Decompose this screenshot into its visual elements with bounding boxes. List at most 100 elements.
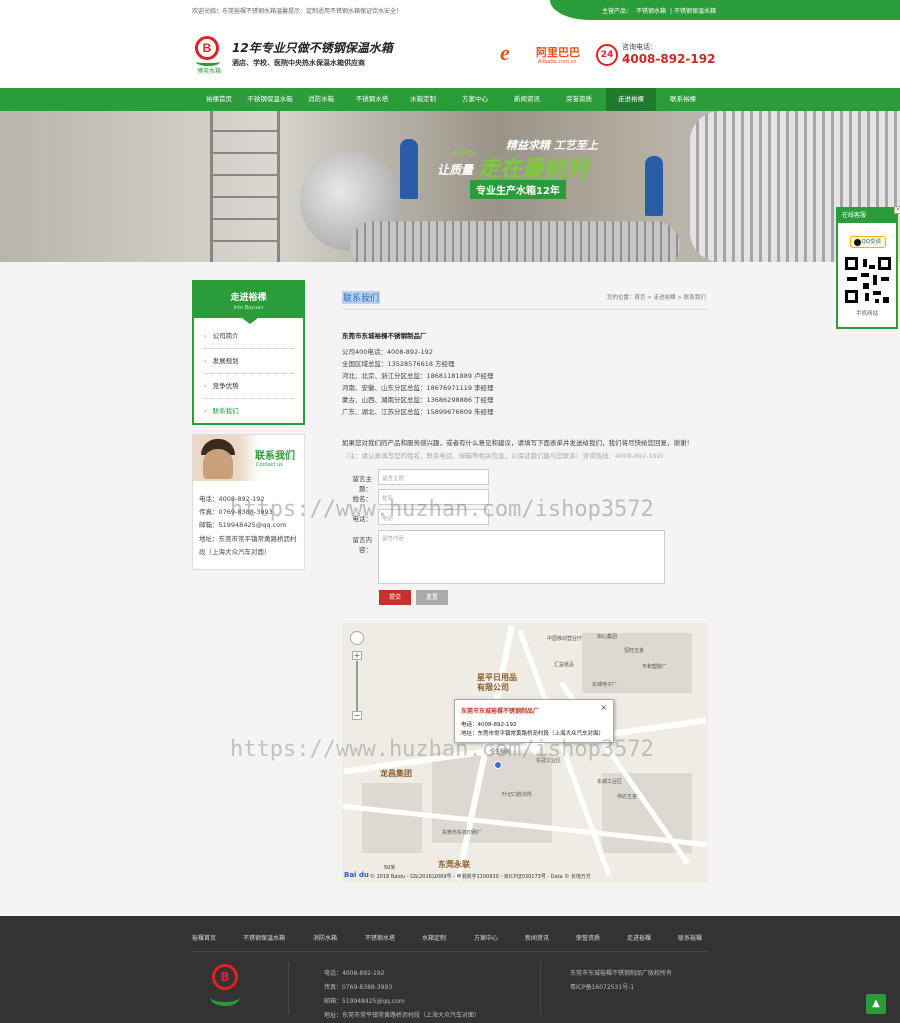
qr-code xyxy=(843,255,893,305)
zoom-in-button[interactable]: + xyxy=(352,651,362,660)
main-products: 主营产品： 不锈钢水箱 | 不锈钢保温水箱 xyxy=(602,6,716,15)
footer-nav-solutions[interactable]: 方案中心 xyxy=(474,933,498,942)
sidebar-title: 走进裕棵 xyxy=(230,293,267,303)
zoom-out-button[interactable]: − xyxy=(352,711,362,720)
map-label: 平和塑胶厂 xyxy=(642,664,668,670)
alibaba-name: 阿里巴巴 xyxy=(536,46,580,59)
zoom-slider[interactable] xyxy=(356,661,358,711)
site-logo[interactable]: B 博英水箱 xyxy=(192,34,224,76)
nav-fire-tank[interactable]: 消防水箱 xyxy=(298,88,344,111)
footer-nav-custom[interactable]: 水箱定制 xyxy=(422,933,446,942)
map-label: 中国移动营业厅 xyxy=(547,636,583,642)
banner-line2b: 走在最前列 xyxy=(478,157,589,182)
service-close-icon[interactable]: × xyxy=(894,206,900,214)
sidebar-item-advantage[interactable]: 竞争优势 xyxy=(204,374,294,399)
form-intro: 如果您对我们的产品和服务感兴趣，或者有什么意见和建议，请填写下面表单并发送给我们… xyxy=(342,439,693,447)
nav-water-tower[interactable]: 不锈钢水塔 xyxy=(348,88,396,111)
title-divider xyxy=(342,309,708,310)
popup-title: 东莞市东城裕棵不锈钢制品厂 xyxy=(461,708,540,715)
map-label: 东城工业区 xyxy=(597,779,623,785)
footer-rights: 东莞市东城裕棵不锈钢制品厂版权所有 xyxy=(570,970,673,977)
popup-phone: 电话：4008-892-192 xyxy=(461,722,517,728)
nav-home[interactable]: 裕棵首页 xyxy=(196,88,242,111)
footer-nav-home[interactable]: 裕棵首页 xyxy=(192,933,216,942)
footer-fax: 传真：0769-8388-3993 xyxy=(324,984,393,991)
back-to-top-icon[interactable]: ▲ xyxy=(866,994,886,1014)
footer-logo-mark: B xyxy=(212,964,238,990)
footer-nav-tower[interactable]: 不锈钢水塔 xyxy=(365,933,395,942)
banner-quality: quality xyxy=(452,149,476,157)
baidu-logo[interactable]: Bai du xyxy=(344,871,369,879)
alibaba-icon: e xyxy=(500,40,510,65)
logo-leaf-icon xyxy=(196,58,220,66)
slogan-main: 12年专业只做不锈钢保温水箱 xyxy=(232,39,393,56)
footer-nav-about[interactable]: 走进裕棵 xyxy=(627,933,651,942)
main-nav: 裕棵首页 不锈钢保温水箱 消防水箱 不锈钢水塔 水箱定制 方案中心 新闻资讯 荣… xyxy=(0,88,900,111)
sidebar-header: 走进裕棵 Into Boyuan xyxy=(192,280,305,318)
logo-mark: B xyxy=(195,36,219,60)
map-label: 东莞市东城印刷厂 xyxy=(442,830,483,836)
banner-worker-1 xyxy=(400,139,418,199)
footer-nav-news[interactable]: 新闻资讯 xyxy=(525,933,549,942)
nav-honors[interactable]: 荣誉资质 xyxy=(556,88,602,111)
subject-input[interactable]: 留言主题 xyxy=(378,469,489,485)
footer-divider xyxy=(192,951,708,952)
watermark-text: https://www.huzhan.com/ishop3572 xyxy=(230,497,654,522)
page-title: 联系我们 xyxy=(342,291,381,304)
submit-button[interactable]: 提交 xyxy=(379,590,411,605)
banner-scaffold xyxy=(210,111,280,262)
sidebar-item-plan[interactable]: 发展规划 xyxy=(204,349,294,374)
mobile-site-label[interactable]: 手机网站 xyxy=(838,309,896,317)
footer-logo: B xyxy=(206,962,246,1012)
hero-banner: 精益求精 工艺至上 quality 让质量 走在最前列 专业生产水箱12年 xyxy=(0,111,900,262)
banner-line3: 专业生产水箱12年 xyxy=(470,180,566,199)
reset-button[interactable]: 重置 xyxy=(416,590,448,605)
map-label: 恒旺五金 xyxy=(624,648,645,654)
product-link-2[interactable]: | 不锈钢保温水箱 xyxy=(670,8,716,15)
footer: 裕棵首页 不锈钢保温水箱 消防水箱 不锈钢水塔 水箱定制 方案中心 新闻资讯 荣… xyxy=(0,916,900,1023)
info-line: 全国区域总监：13528576618 方经理 xyxy=(342,360,455,368)
contact-address: 地址：东莞市常平镇常黄路桥沥村 xyxy=(199,535,297,543)
map-pan-control[interactable] xyxy=(350,631,364,645)
hotline-24h-icon: 24 xyxy=(596,44,618,66)
content-label: 留言内容： xyxy=(352,536,373,554)
contact-subtitle: Contact us xyxy=(256,462,283,468)
alibaba-logo[interactable]: e 阿里巴巴 Alibaba.com.cn xyxy=(500,40,590,70)
breadcrumb[interactable]: 您的位置：首页 > 走进裕棵 > 联系我们 xyxy=(607,293,706,301)
banner-worker-2 xyxy=(645,156,663,216)
map-copyright: © 2018 Baidu - GS(2016)2089号 - 甲测资字11009… xyxy=(370,874,591,880)
sidebar-item-contact[interactable]: 联系我们 xyxy=(204,399,294,424)
footer-email: 邮箱：519948425@qq.com xyxy=(324,998,405,1005)
footer-icp[interactable]: 粤ICP备16072531号-1 xyxy=(570,982,634,991)
info-line: 广东、湖北、江苏分区总监：15899676809 朱经理 xyxy=(342,408,494,416)
qq-chat-button[interactable]: QQ交谈 xyxy=(850,236,886,248)
map-marker-icon[interactable] xyxy=(494,761,502,769)
products-label: 主营产品： xyxy=(602,8,633,15)
map-landmark: 龙昌集团 xyxy=(380,769,412,778)
map-label: 叶记口腔诊所 xyxy=(502,792,533,798)
nav-insulated-tank[interactable]: 不锈钢保温水箱 xyxy=(244,88,296,111)
nav-news[interactable]: 新闻资讯 xyxy=(504,88,550,111)
nav-custom[interactable]: 水箱定制 xyxy=(400,88,446,111)
nav-solutions[interactable]: 方案中心 xyxy=(452,88,498,111)
product-link-1[interactable]: 不锈钢水箱 xyxy=(636,8,666,15)
nav-contact[interactable]: 联系裕棵 xyxy=(660,88,706,111)
footer-phone: 电话：4008-892-192 xyxy=(324,970,385,977)
contact-photo-face xyxy=(203,449,233,479)
hotline-number: 4008-892-192 xyxy=(622,52,716,66)
sidebar-item-profile[interactable]: 公司简介 xyxy=(204,324,294,349)
footer-nav-honors[interactable]: 荣誉资质 xyxy=(576,933,600,942)
footer-nav-insulated[interactable]: 不锈钢保温水箱 xyxy=(243,933,285,942)
alibaba-site: Alibaba.com.cn xyxy=(538,59,577,65)
welcome-text: 欢迎光临：东莞裕棵不锈钢水箱温馨提示：定制适用不锈钢水箱保证饮水安全！ xyxy=(192,8,403,15)
logo-text: 博英水箱 xyxy=(196,68,221,75)
footer-nav-contact[interactable]: 联系裕棵 xyxy=(678,933,702,942)
nav-about[interactable]: 走进裕棵 xyxy=(606,88,656,111)
contact-title: 联系我们 xyxy=(255,451,295,462)
footer-nav-fire[interactable]: 消防水箱 xyxy=(313,933,337,942)
slogan-text: 专业只做不锈钢保温水箱 xyxy=(260,41,393,55)
popup-close-icon[interactable]: × xyxy=(600,703,607,712)
content-textarea[interactable]: 留言内容 xyxy=(378,530,665,584)
info-line: 河北、北京、浙江分区总监：18681181889 卢经理 xyxy=(342,372,494,380)
sidebar-subtitle: Into Boyuan xyxy=(233,305,264,311)
